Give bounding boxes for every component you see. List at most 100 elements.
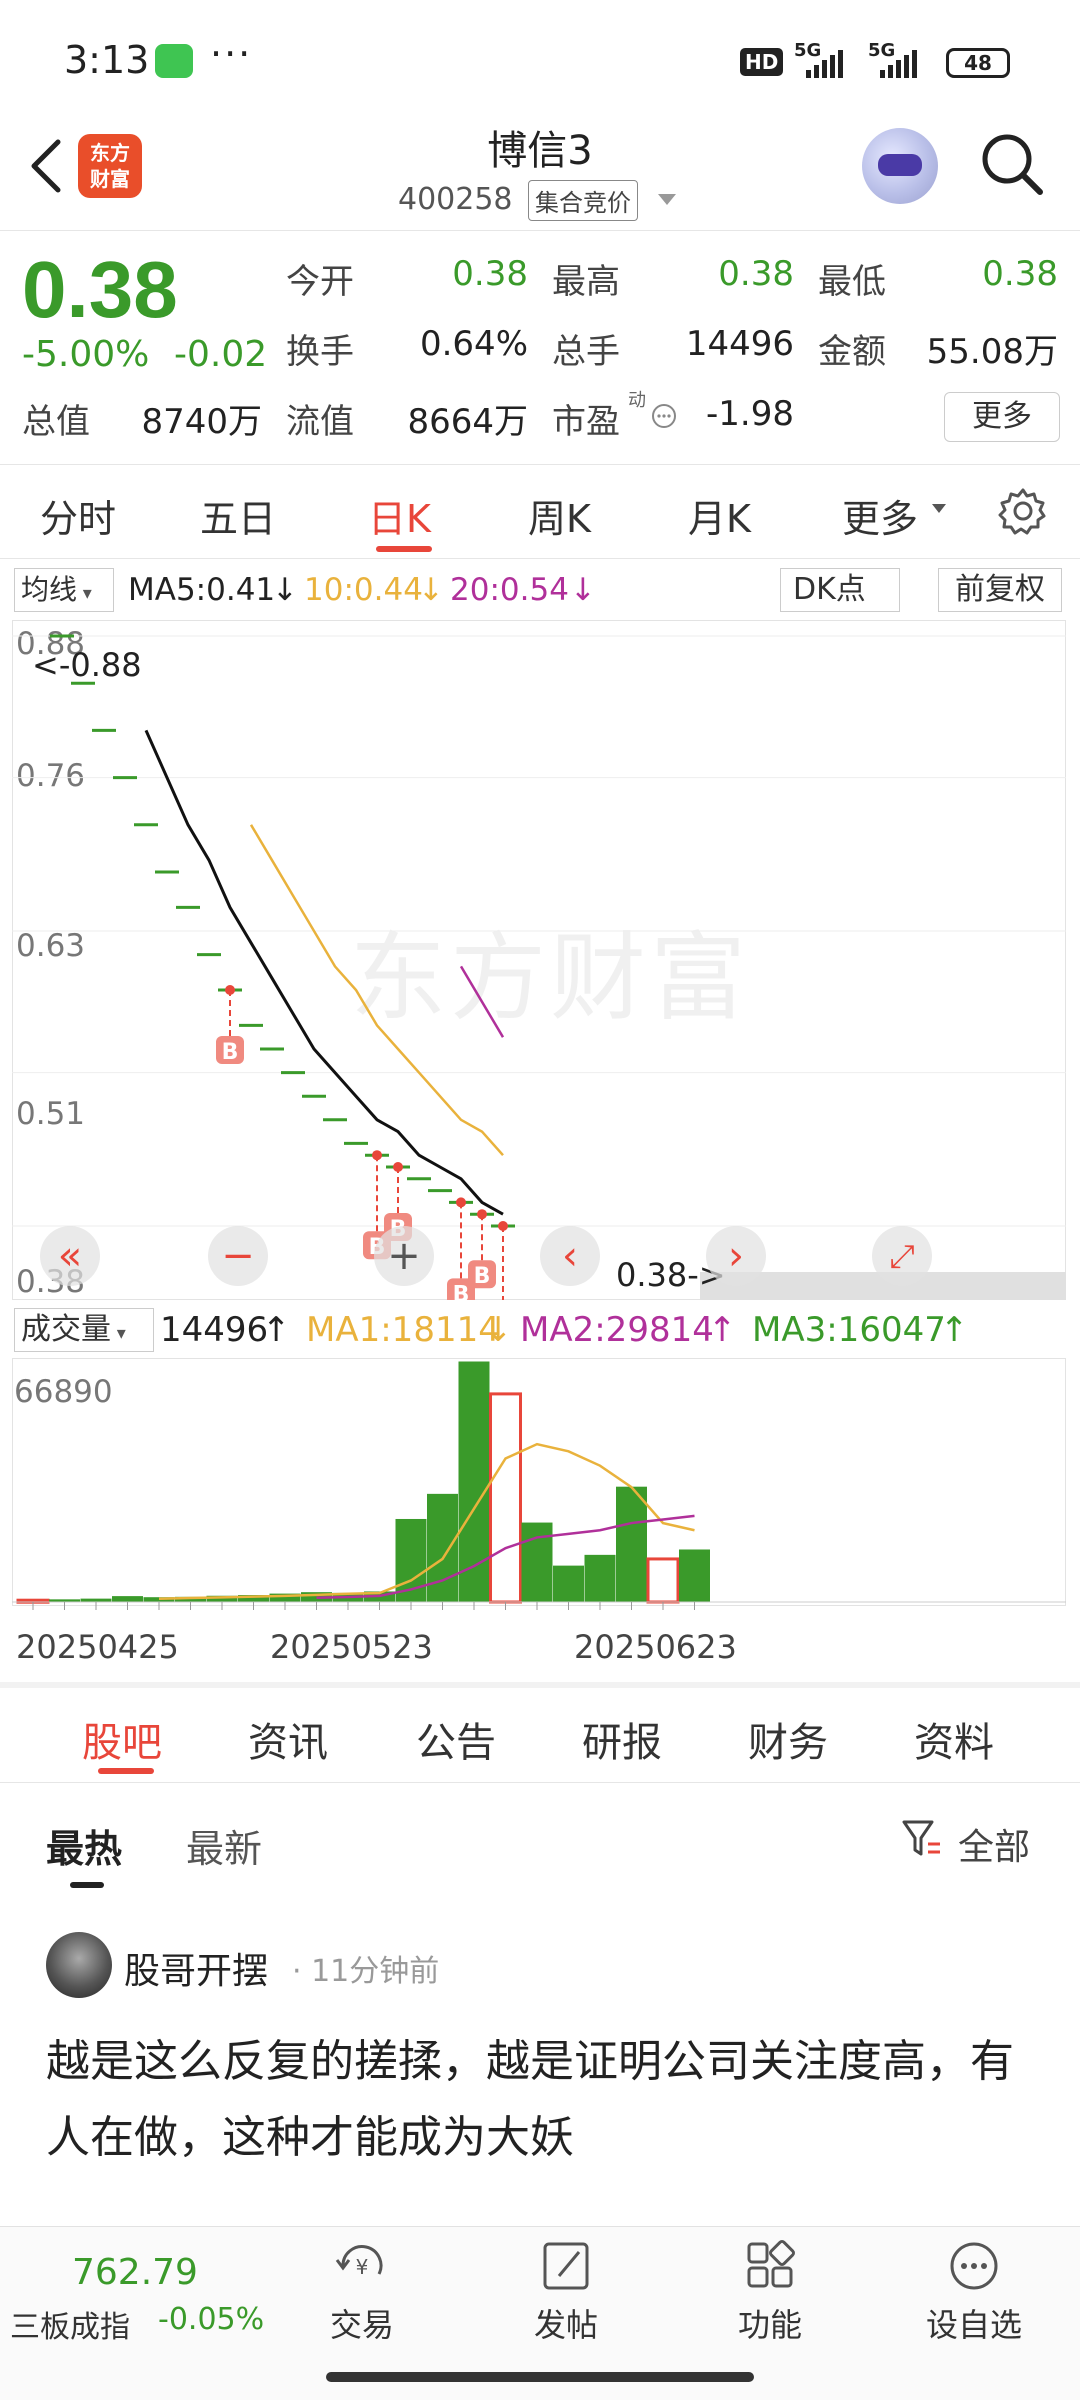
sort-hot[interactable]: 最热 bbox=[46, 1818, 122, 1873]
nav-trade[interactable]: ¥ 交易 bbox=[292, 2238, 432, 2346]
filter-icon[interactable] bbox=[900, 1816, 944, 1862]
tab-more[interactable]: 更多 bbox=[842, 488, 918, 543]
volume-bar bbox=[427, 1493, 458, 1603]
post-body[interactable]: 越是这么反复的搓揉，越是证明公司关注度高，有人在做，这种才能成为大妖 bbox=[46, 2024, 1046, 2176]
signal-icon-1 bbox=[806, 50, 846, 78]
ma20-line bbox=[459, 965, 505, 1038]
tab-forum[interactable]: 股吧 bbox=[82, 1710, 162, 1768]
post-time: · 11分钟前 bbox=[292, 1954, 440, 1989]
quote-value-turnover: 0.64% bbox=[419, 324, 528, 364]
vol-ma3-label: MA3:16047 bbox=[752, 1310, 946, 1350]
nav-function[interactable]: 功能 bbox=[700, 2238, 840, 2346]
volume-indicator-select[interactable]: 成交量 ▾ bbox=[14, 1308, 154, 1352]
quote-value-pe: -1.98 bbox=[706, 394, 794, 434]
auction-badge[interactable]: 集合竞价 bbox=[528, 180, 638, 221]
battery-icon: 48 bbox=[946, 48, 1010, 78]
sort-latest[interactable]: 最新 bbox=[186, 1818, 262, 1873]
zoom-in-icon[interactable]: + bbox=[374, 1226, 434, 1286]
volume-chart[interactable] bbox=[12, 1358, 1066, 1614]
volume-select-label: 成交量 bbox=[21, 1312, 111, 1347]
adjust-mode-button[interactable]: 前复权 bbox=[938, 568, 1062, 612]
status-time: 3:13 bbox=[64, 38, 150, 82]
volume-bar bbox=[679, 1549, 710, 1603]
change-percent: -5.00% bbox=[22, 334, 150, 375]
gear-icon[interactable] bbox=[998, 486, 1048, 536]
ma5-arrow: ↓ bbox=[272, 572, 298, 608]
quote-label-amount: 金额 bbox=[818, 332, 886, 372]
kline-chart[interactable]: BBBBBB bbox=[12, 620, 1066, 1300]
ma20-label: 20:0.54 bbox=[450, 572, 569, 608]
ma10-arrow: ↓ bbox=[418, 572, 444, 608]
grid-icon bbox=[747, 2240, 795, 2288]
scroll-back-icon[interactable]: ‹ bbox=[540, 1226, 600, 1286]
b-marker-label: B bbox=[453, 1282, 470, 1300]
tab-monthly-k[interactable]: 月K bbox=[688, 488, 751, 543]
index-name[interactable]: 三板成指 bbox=[10, 2302, 130, 2346]
zoom-out-icon[interactable]: − bbox=[208, 1226, 268, 1286]
tab-daily-k[interactable]: 日K bbox=[368, 488, 431, 543]
date-label: 20250623 bbox=[574, 1628, 737, 1666]
volume-bar bbox=[489, 1392, 522, 1604]
quote-value-volume: 14496 bbox=[685, 324, 794, 364]
tab-announcements[interactable]: 公告 bbox=[416, 1710, 496, 1768]
expand-icon[interactable]: ⤢ bbox=[872, 1226, 932, 1286]
info-icon[interactable] bbox=[650, 402, 678, 430]
ma10-label: 10:0.44 bbox=[304, 572, 423, 608]
index-change: -0.05% bbox=[158, 2302, 265, 2337]
active-news-tab-indicator bbox=[98, 1768, 154, 1774]
date-label: 20250425 bbox=[16, 1628, 179, 1666]
robot-avatar-icon[interactable] bbox=[862, 128, 938, 204]
divider bbox=[0, 1782, 1080, 1783]
search-icon[interactable] bbox=[976, 128, 1048, 200]
stock-name[interactable]: 博信3 bbox=[380, 118, 700, 176]
indicator-select[interactable]: 均线 ▾ bbox=[14, 568, 114, 612]
quote-label-low: 最低 bbox=[818, 262, 886, 302]
edit-icon bbox=[543, 2242, 589, 2290]
tab-news[interactable]: 资讯 bbox=[248, 1710, 328, 1768]
nav-trade-label: 交易 bbox=[329, 2306, 394, 2344]
tab-finance[interactable]: 财务 bbox=[748, 1710, 828, 1768]
post-author[interactable]: 股哥开摆 bbox=[124, 1942, 268, 1994]
hd-icon: HD bbox=[740, 48, 784, 76]
tab-profile[interactable]: 资料 bbox=[914, 1710, 994, 1768]
b-marker-dot bbox=[498, 1221, 508, 1231]
dk-point-button[interactable]: DK点 bbox=[780, 568, 900, 612]
section-separator bbox=[0, 1682, 1080, 1688]
quote-label-high: 最高 bbox=[552, 262, 620, 302]
avatar[interactable] bbox=[46, 1932, 112, 1998]
index-value[interactable]: 762.79 bbox=[72, 2252, 198, 2293]
divider bbox=[0, 558, 1080, 559]
filter-all-label[interactable]: 全部 bbox=[958, 1818, 1030, 1870]
tab-five-day[interactable]: 五日 bbox=[200, 488, 276, 543]
status-bar: 3:13 ··· HD 5G 5G 48 bbox=[0, 0, 1080, 120]
active-sort-indicator bbox=[70, 1882, 104, 1888]
more-quote-button[interactable]: 更多 bbox=[944, 392, 1060, 442]
volume-value: 14496 bbox=[160, 1310, 269, 1350]
tab-research[interactable]: 研报 bbox=[582, 1710, 662, 1768]
quote-label-float-cap: 流值 bbox=[286, 402, 354, 442]
nav-post[interactable]: 发帖 bbox=[496, 2238, 636, 2346]
volume-bar bbox=[584, 1554, 616, 1603]
b-marker-dot bbox=[456, 1197, 466, 1208]
more-notifications-icon: ··· bbox=[210, 32, 253, 76]
wechat-icon bbox=[155, 44, 193, 78]
b-marker-dot bbox=[393, 1162, 403, 1172]
home-indicator bbox=[326, 2372, 754, 2382]
date-label: 20250523 bbox=[270, 1628, 433, 1666]
trade-icon: ¥ bbox=[335, 2245, 383, 2279]
chevron-down-icon[interactable] bbox=[658, 194, 676, 205]
back-icon[interactable] bbox=[22, 134, 70, 198]
volume-bar bbox=[112, 1596, 143, 1603]
quote-value-total-cap: 8740万 bbox=[141, 402, 262, 442]
tab-weekly-k[interactable]: 周K bbox=[528, 488, 591, 543]
scroll-left-icon[interactable]: « bbox=[40, 1226, 100, 1286]
pe-superscript: 动 bbox=[628, 390, 646, 411]
scroll-forward-icon[interactable]: › bbox=[706, 1226, 766, 1286]
nav-watchlist[interactable]: 设自选 bbox=[904, 2238, 1044, 2346]
change-amount: -0.02 bbox=[174, 334, 268, 375]
ma5-label: MA5:0.41 bbox=[128, 572, 276, 608]
tab-intraday[interactable]: 分时 bbox=[40, 488, 116, 543]
caret-down-icon[interactable] bbox=[932, 504, 946, 513]
volume-bar bbox=[616, 1486, 647, 1603]
volume-arrow: ↑ bbox=[262, 1310, 291, 1350]
